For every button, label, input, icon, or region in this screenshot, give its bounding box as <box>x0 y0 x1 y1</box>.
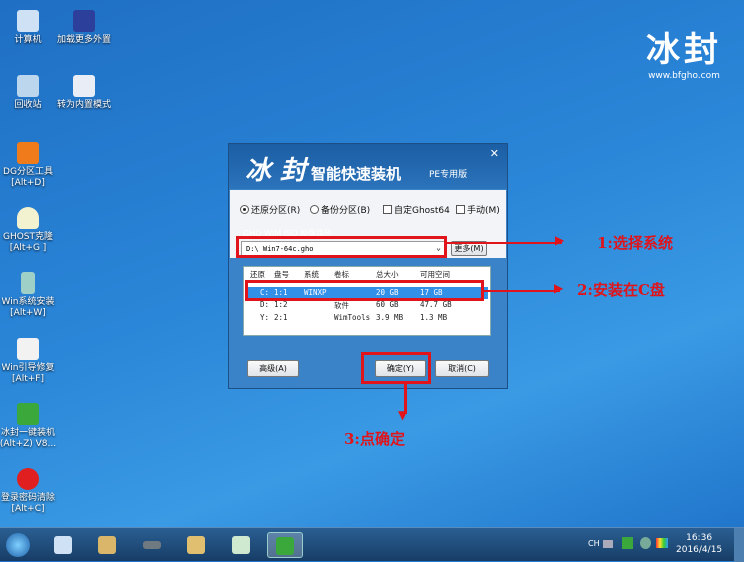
checkbox-icon <box>383 205 392 214</box>
desktop-icon-computer[interactable]: 计算机 <box>0 10 60 46</box>
cancel-button[interactable]: 取消(C) <box>435 360 489 377</box>
shortcut-arrow-icon <box>73 75 95 97</box>
highlight-row <box>245 280 484 301</box>
recycle-bin-icon <box>17 75 39 97</box>
highlight-path <box>236 236 447 258</box>
arrow-2 <box>484 290 560 292</box>
arrow-head-icon: ▶ <box>554 281 564 295</box>
password-key-icon <box>17 468 39 490</box>
radio-backup[interactable]: 备份分区(B) <box>310 203 370 216</box>
display-icon[interactable] <box>656 538 668 548</box>
desktop-icon-win-install[interactable]: Win系统安装 [Alt+W] <box>0 272 60 319</box>
checkbox-custom-ghost64[interactable]: 自定Ghost64 <box>383 203 450 216</box>
computer-icon <box>17 10 39 32</box>
bingfeng-icon <box>276 537 294 555</box>
computer-icon <box>54 536 72 554</box>
desktop-icon-dg[interactable]: DG分区工具 [Alt+D] <box>0 142 60 189</box>
language-indicator[interactable]: CH <box>588 539 600 548</box>
arrow-1 <box>447 242 562 244</box>
keyboard-icon[interactable] <box>603 540 613 548</box>
checkbox-icon <box>456 205 465 214</box>
advanced-button[interactable]: 高级(A) <box>247 360 299 377</box>
list-header: 还原 盘号 系统 卷标 总大小 可用空间 <box>250 270 450 279</box>
bingfeng-tray-icon[interactable] <box>622 537 633 549</box>
step1-label: 1:选择系统 <box>597 234 673 252</box>
desktop-icon-boot-repair[interactable]: Win引导修复 [Alt+F] <box>0 338 60 385</box>
close-button[interactable]: ✕ <box>490 147 499 160</box>
tools-icon <box>187 536 205 554</box>
checkbox-manual[interactable]: 手动(M) <box>456 203 500 216</box>
expand-icon <box>73 10 95 32</box>
diskgenius-icon <box>17 142 39 164</box>
arrow-head-icon: ▶ <box>555 233 565 247</box>
desktop-icon-ghost[interactable]: GHOST克隆 [Alt+G ] <box>0 207 60 254</box>
arrow-down-icon: ▼ <box>398 408 408 422</box>
desktop-icon-bingfeng[interactable]: 冰封一键装机 (Alt+Z) V8... <box>0 403 60 450</box>
taskbar-computer[interactable] <box>45 532 81 558</box>
network-icon[interactable] <box>640 537 651 549</box>
bingfeng-icon <box>17 403 39 425</box>
partition-list: 还原 盘号 系统 卷标 总大小 可用空间 C: 1:1 WINXP 20 GB 17 GB D: 1… <box>243 266 491 336</box>
start-button[interactable] <box>2 532 34 558</box>
desktop-icon-internal-mode[interactable]: 转为内置模式 <box>52 75 116 111</box>
taskbar-bingfeng[interactable] <box>267 532 303 558</box>
windows-orb-icon <box>6 533 30 557</box>
step2-label: 2:安装在C盘 <box>577 281 665 299</box>
broom-icon <box>98 536 116 554</box>
desktop-icon-load-external[interactable]: 加载更多外置 <box>52 10 116 46</box>
radio-icon <box>310 205 319 214</box>
desktop-icon-password-clear[interactable]: 登录密码清除 [Alt+C] <box>0 468 60 515</box>
taskbar-memory[interactable] <box>134 532 170 558</box>
show-desktop-button[interactable] <box>734 528 744 562</box>
taskbar-tools[interactable] <box>178 532 214 558</box>
ghost-icon <box>17 207 39 229</box>
dialog-title-bar[interactable]: 冰 封 智能快速装机 PE专用版 ✕ <box>229 144 507 189</box>
taskbar: CH 16:36 2016/4/15 <box>0 527 744 562</box>
taskbar-notepad[interactable] <box>223 532 259 558</box>
bingfeng-logo: 冰封 www.bfgho.com <box>646 30 722 81</box>
first-aid-kit-icon <box>17 338 39 360</box>
table-row[interactable]: Y: 2:1 WimTools 3.9 MB 1.3 MB <box>248 312 488 324</box>
desktop-icon-recycle-bin[interactable]: 回收站 <box>0 75 60 111</box>
step3-label: 3:点确定 <box>344 430 405 448</box>
notepad-icon <box>232 536 250 554</box>
taskbar-cleaner[interactable] <box>89 532 125 558</box>
highlight-ok <box>361 352 431 384</box>
clock[interactable]: 16:36 2016/4/15 <box>676 532 722 556</box>
memory-chip-icon <box>143 541 161 549</box>
radio-icon <box>240 205 249 214</box>
radio-restore[interactable]: 还原分区(R) <box>240 203 300 216</box>
install-icon <box>21 272 35 294</box>
